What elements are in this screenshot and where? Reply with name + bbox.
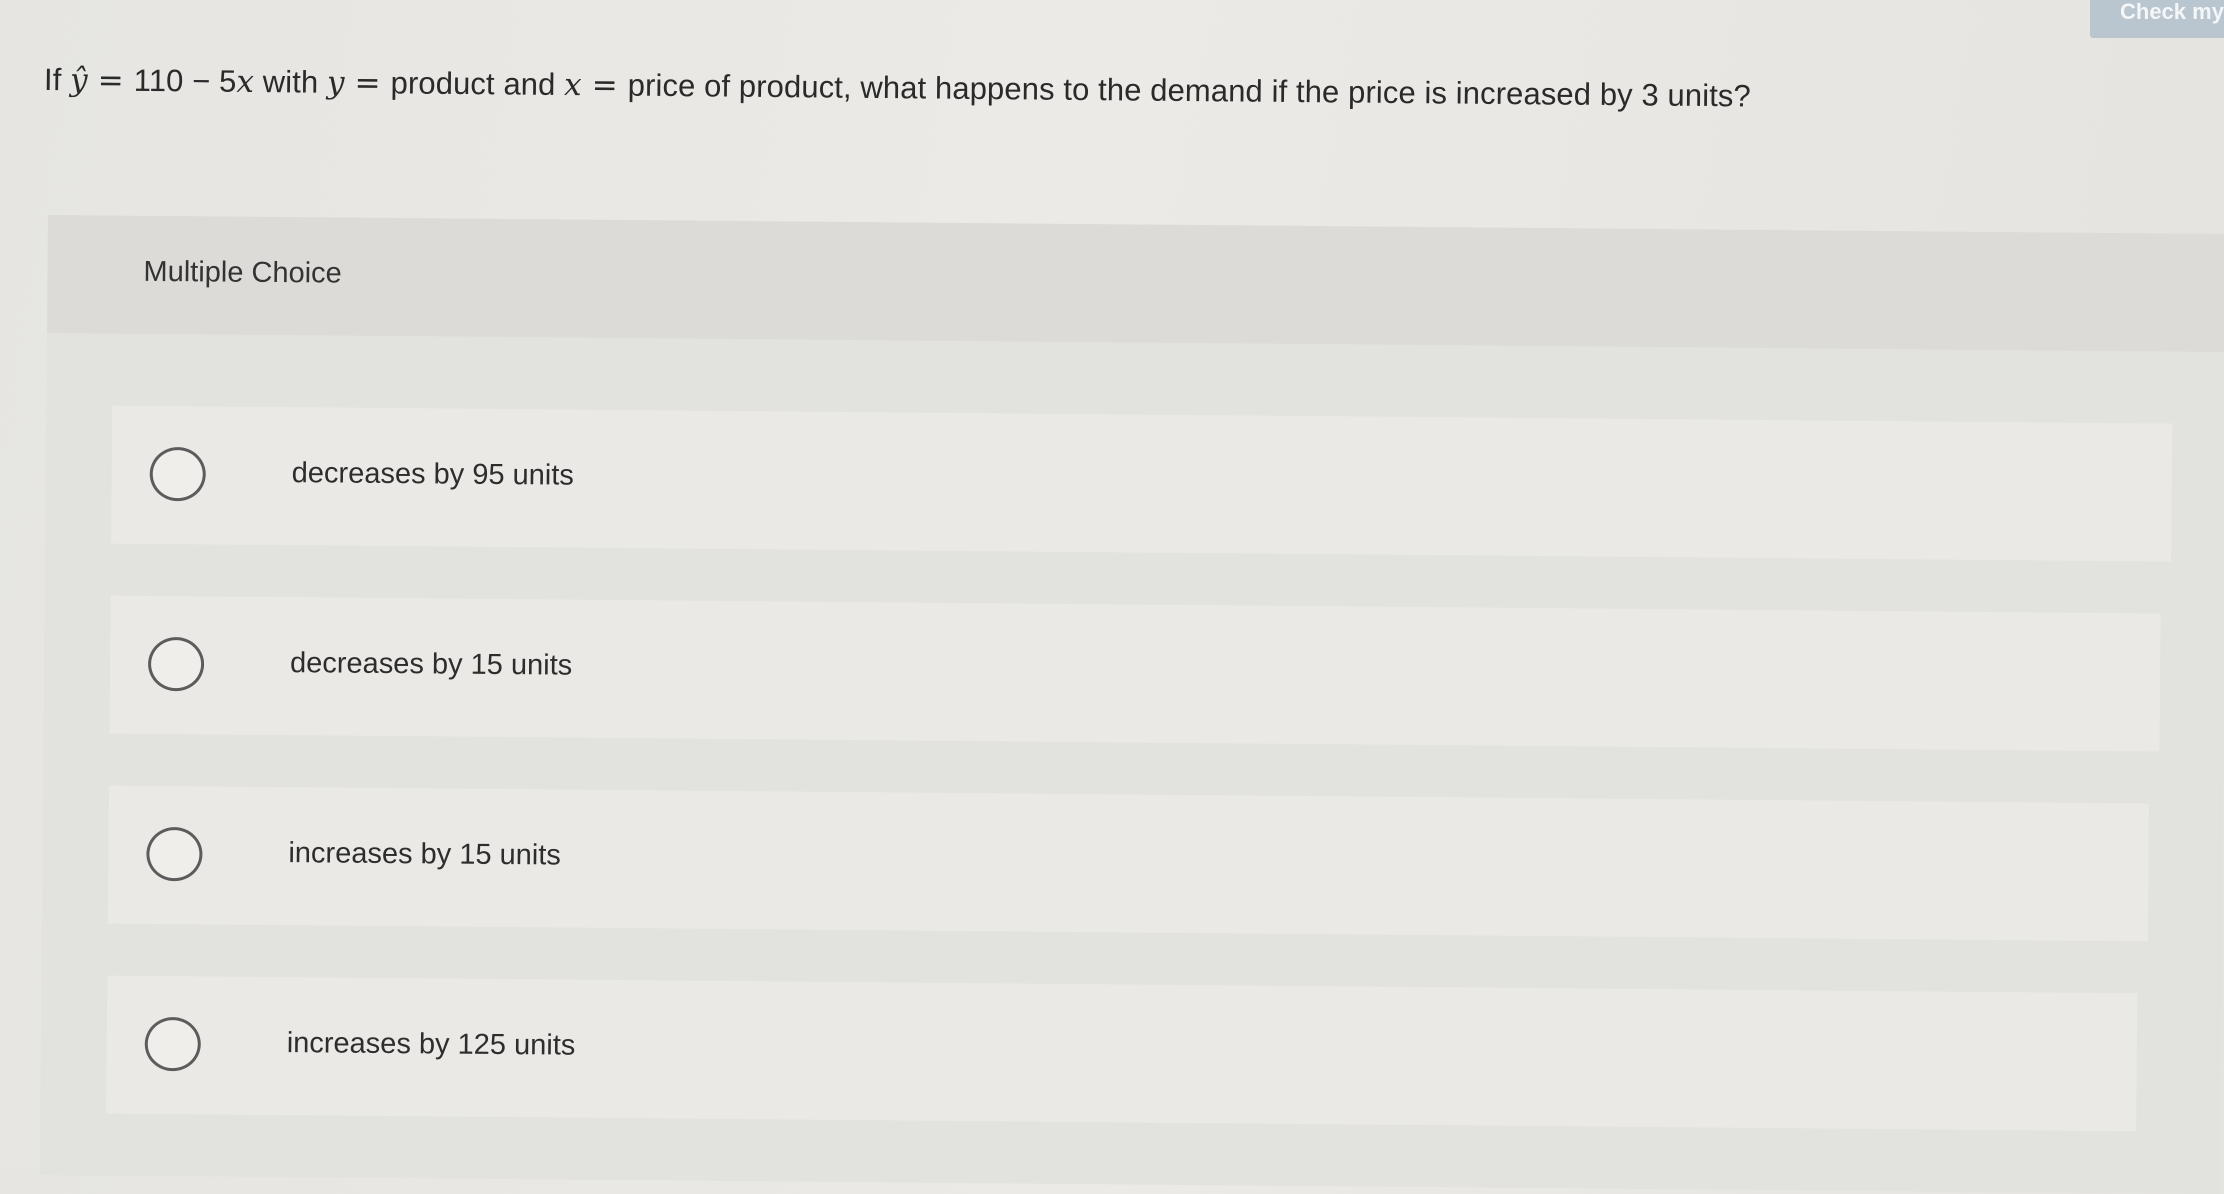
y-variable: y xyxy=(326,64,345,101)
x-variable-2: x xyxy=(563,66,582,104)
radio-button-icon[interactable] xyxy=(147,636,205,692)
choice-option-3[interactable]: increases by 15 units xyxy=(107,785,2149,942)
multiple-choice-label: Multiple Choice xyxy=(143,255,342,290)
choice-label: increases by 15 units xyxy=(288,837,562,872)
multiple-choice-panel: Multiple Choice decreases by 95 units de… xyxy=(39,215,2224,1194)
question-with-text: with xyxy=(253,64,328,100)
radio-button-icon[interactable] xyxy=(146,826,203,882)
choice-option-1[interactable]: decreases by 95 units xyxy=(111,405,2173,562)
choice-option-4[interactable]: increases by 125 units xyxy=(106,975,2138,1132)
radio-button-icon[interactable] xyxy=(149,446,206,502)
check-my-work-button[interactable]: Check my xyxy=(2090,0,2224,38)
choice-label: decreases by 15 units xyxy=(289,647,573,682)
x-variable: x xyxy=(236,63,255,101)
question-text: If ŷ = 110 − 5x with y = product and x =… xyxy=(44,62,1751,114)
choice-label: decreases by 95 units xyxy=(291,457,575,492)
choice-label: increases by 125 units xyxy=(286,1027,576,1062)
y-hat-symbol: ŷ xyxy=(69,62,88,99)
equals-sign-3: = xyxy=(581,67,628,104)
equals-sign-2: = xyxy=(344,64,391,102)
radio-button-icon[interactable] xyxy=(144,1016,202,1072)
question-prefix: If xyxy=(43,62,71,98)
multiple-choice-header: Multiple Choice xyxy=(46,215,2224,353)
question-rest-text: price of product, what happens to the de… xyxy=(627,67,1751,114)
equals-sign: = xyxy=(87,62,134,99)
choice-option-2[interactable]: decreases by 15 units xyxy=(109,595,2161,752)
question-product-text: product and xyxy=(390,65,565,102)
equation-rhs: 110 − 5 xyxy=(133,62,237,99)
